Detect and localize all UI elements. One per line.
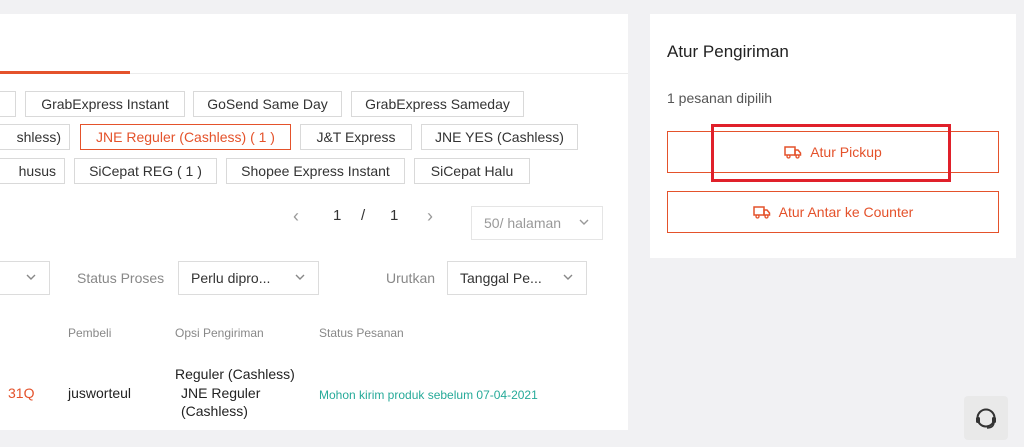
- shipping-chip-jne-yes[interactable]: JNE YES (Cashless): [421, 124, 578, 150]
- shipping-chip-sicepat-halu[interactable]: SiCepat Halu: [414, 158, 530, 184]
- arrange-dropoff-counter-button[interactable]: Atur Antar ke Counter: [667, 191, 999, 233]
- total-pages: 1: [390, 207, 399, 224]
- shipping-chip-sicepat-reg[interactable]: SiCepat REG ( 1 ): [74, 158, 217, 184]
- order-status: Mohon kirim produk sebelum 07-04-2021: [319, 388, 538, 402]
- status-process-select[interactable]: Perlu dipro...: [178, 261, 319, 295]
- per-page-select[interactable]: 50/ halaman: [471, 206, 603, 240]
- shipping-chip-partial-khusus[interactable]: husus: [0, 158, 65, 184]
- orders-panel: GrabExpress Instant GoSend Same Day Grab…: [0, 14, 628, 430]
- selected-count: 1 pesanan dipilih: [667, 90, 773, 106]
- buyer-name: jusworteul: [68, 385, 132, 401]
- shipping-chip-grabexpress-instant[interactable]: GrabExpress Instant: [25, 91, 185, 117]
- headset-icon: [976, 408, 996, 429]
- shipping-option-line1: Reguler (Cashless): [175, 366, 295, 382]
- prev-page-icon[interactable]: ‹: [293, 206, 299, 227]
- status-process-label: Status Proses: [77, 270, 165, 286]
- panel-title: Atur Pengiriman: [667, 42, 789, 61]
- highlight-annotation: [711, 124, 951, 182]
- chevron-down-icon: [579, 219, 589, 225]
- shipping-chip-jnt-express[interactable]: J&T Express: [300, 124, 412, 150]
- order-id[interactable]: 31Q: [8, 384, 34, 402]
- help-chat-button[interactable]: [964, 396, 1008, 440]
- column-header-shipping: Opsi Pengiriman: [175, 326, 264, 340]
- shipping-chip-partial[interactable]: [0, 91, 16, 117]
- truck-icon: [752, 206, 770, 219]
- shipping-chip-grabexpress-sameday[interactable]: GrabExpress Sameday: [351, 91, 524, 117]
- shipping-chip-jne-reguler[interactable]: JNE Reguler (Cashless) ( 1 ): [80, 124, 291, 150]
- shipping-chip-shopee-express-instant[interactable]: Shopee Express Instant: [226, 158, 405, 184]
- column-header-status: Status Pesanan: [319, 326, 404, 340]
- filter-select-partial[interactable]: [0, 261, 50, 295]
- page-separator: /: [361, 207, 366, 224]
- shipping-chip-partial-cashless[interactable]: shless): [0, 124, 70, 150]
- current-page: 1: [333, 207, 342, 224]
- chevron-down-icon: [295, 274, 305, 280]
- shipping-chip-gosend-same-day[interactable]: GoSend Same Day: [193, 91, 342, 117]
- active-tab-indicator: [0, 71, 130, 74]
- shipping-option-line2: JNE Reguler: [181, 385, 261, 401]
- chevron-down-icon: [26, 274, 36, 280]
- tab-bar: [0, 14, 628, 74]
- chevron-down-icon: [563, 274, 573, 280]
- sort-label: Urutkan: [386, 270, 436, 286]
- column-header-buyer: Pembeli: [68, 326, 112, 340]
- next-page-icon[interactable]: ›: [427, 206, 433, 227]
- sort-select[interactable]: Tanggal Pe...: [447, 261, 587, 295]
- shipping-option-line3: (Cashless): [181, 403, 248, 419]
